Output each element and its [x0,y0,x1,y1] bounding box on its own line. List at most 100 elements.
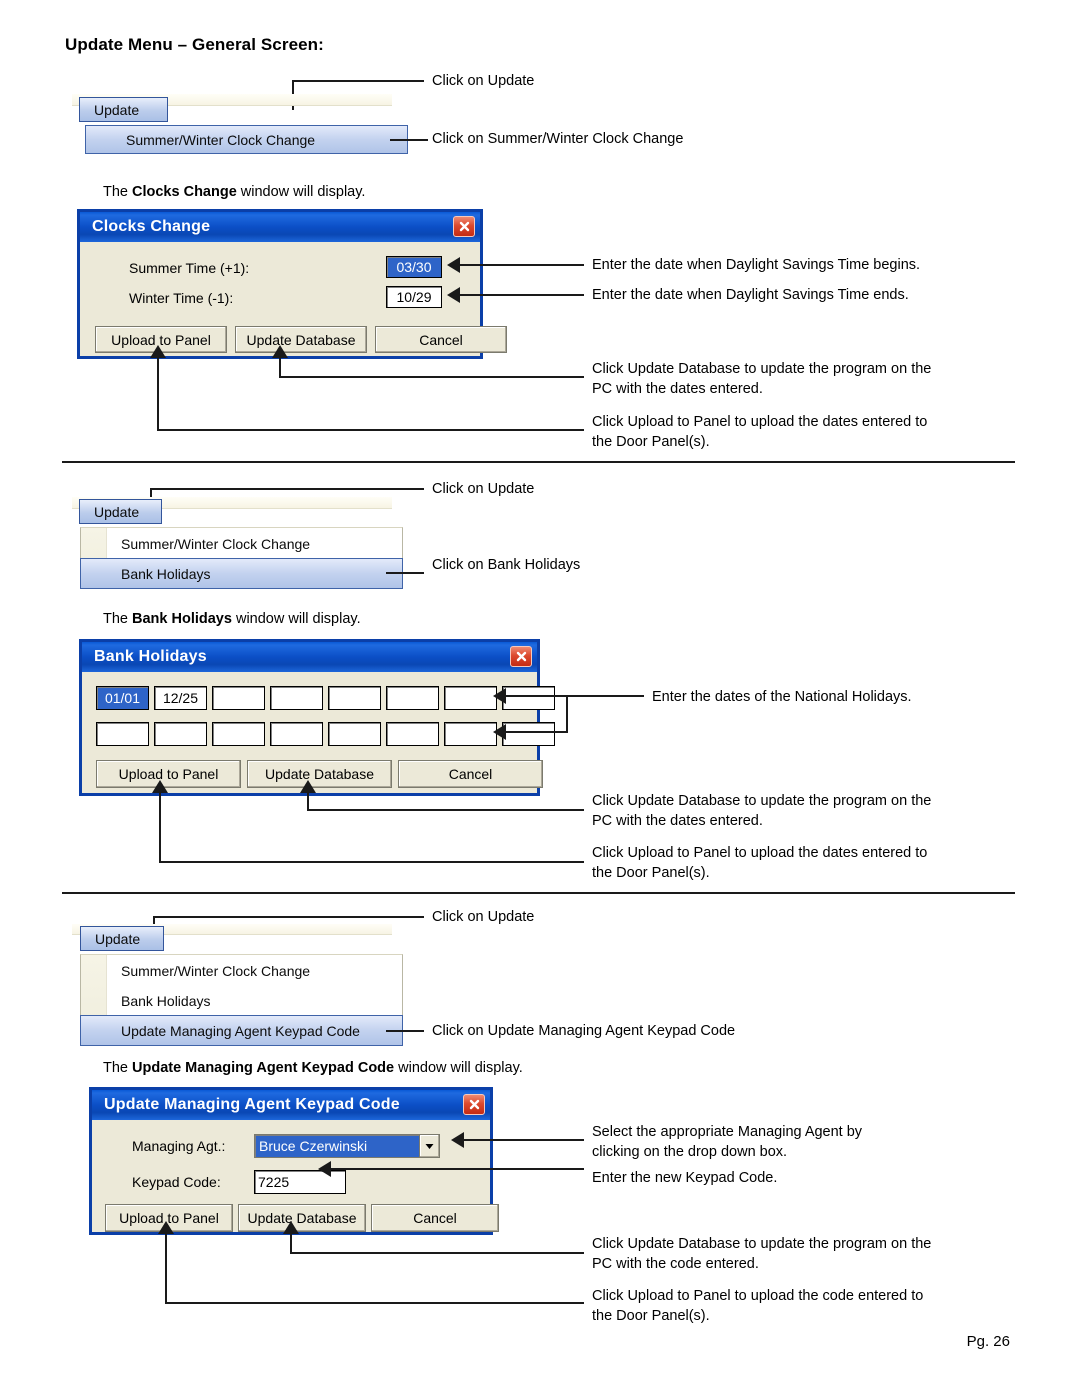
annotation-update-database-2: Click Update Database to update the prog… [592,791,931,831]
holiday-input-7[interactable] [444,686,497,710]
leader-line [157,356,159,431]
holiday-input-8[interactable] [502,686,555,710]
dialog-bank-holidays: Bank Holidays 01/01 12/25 Upload to Pane… [80,640,555,795]
menu-item-label: Summer/Winter Clock Change [126,131,316,148]
leader-line [165,1232,167,1304]
menu-update-label: Update [95,930,141,947]
close-icon[interactable] [463,1094,485,1115]
arrow-icon [493,688,506,704]
annotation-upload-panel-3: Click Upload to Panel to upload the code… [592,1286,923,1326]
update-database-button[interactable]: Update Database [235,326,367,353]
leader-line [159,861,584,863]
holiday-input-3[interactable] [212,686,265,710]
leader-line [150,488,424,490]
holiday-input-6[interactable] [386,686,439,710]
leader-line [390,139,428,141]
dialog-titlebar: Update Managing Agent Keypad Code [92,1090,490,1120]
label-winter-time: Winter Time (-1): [129,290,234,306]
menu-item-summer-winter-clock-change[interactable]: Summer/Winter Clock Change [81,528,402,559]
holiday-input-11[interactable] [212,722,265,746]
holiday-input-4[interactable] [270,686,323,710]
leader-line [165,1302,584,1304]
cancel-button[interactable]: Cancel [375,326,507,353]
leader-line [279,356,281,378]
annotation-line: the Door Panel(s). [592,1308,710,1324]
holiday-input-12[interactable] [270,722,323,746]
menu-item-bank-holidays[interactable]: Bank Holidays [81,985,402,1016]
leader-line [506,695,568,697]
cancel-button[interactable]: Cancel [371,1204,499,1232]
arrow-icon [318,1161,331,1177]
intro-suffix: window will display. [231,611,361,627]
section-divider [62,892,1015,894]
intro-suffix: window will display. [394,1060,523,1076]
holiday-input-14[interactable] [386,722,439,746]
holiday-input-5[interactable] [328,686,381,710]
dialog-title-text: Bank Holidays [94,648,207,665]
callout-click-update-1: Click on Update [432,73,535,89]
intro-suffix: window will display. [236,184,366,200]
menu-update-button-1[interactable]: Update [79,97,168,122]
leader-line [566,695,568,733]
callout-click-item-1: Click on Summer/Winter Clock Change [432,131,684,147]
page-number: Pg. 26 [966,1333,1010,1350]
leader-line [307,809,584,811]
annotation-line: Click Upload to Panel to upload the code… [592,1288,924,1304]
chevron-down-icon[interactable] [419,1135,439,1157]
leader-line [464,1139,584,1141]
menu-item-bank-holidays[interactable]: Bank Holidays [80,558,403,589]
annotation-line: Click Upload to Panel to upload the date… [592,414,928,430]
annotation-line: Click Update Database to update the prog… [592,793,932,809]
holiday-input-9[interactable] [96,722,149,746]
menu-update-label: Update [94,503,140,520]
intro-prefix: The [103,1060,133,1076]
annotation-line: PC with the dates entered. [592,813,763,829]
annotation-managing-agent: Select the appropriate Managing Agent by… [592,1122,862,1162]
leader-line [386,1030,424,1032]
label-managing-agent: Managing Agt.: [132,1138,226,1154]
holiday-input-16[interactable] [502,722,555,746]
keypad-code-input[interactable]: 7225 [254,1170,346,1194]
menu-update-label: Update [94,101,140,118]
dialog-title-text: Clocks Change [92,218,211,235]
holiday-input-10[interactable] [154,722,207,746]
annotation-upload-panel-1: Click Upload to Panel to upload the date… [592,412,927,452]
annotation-line: PC with the dates entered. [592,381,763,397]
annotation-line: Click Update Database to update the prog… [592,1236,932,1252]
dialog-title-text: Update Managing Agent Keypad Code [104,1096,400,1113]
summer-time-input[interactable]: 03/30 [386,256,442,278]
winter-time-input[interactable]: 10/29 [386,286,442,308]
close-icon[interactable] [510,646,532,667]
holiday-input-13[interactable] [328,722,381,746]
intro-text-3: The Update Managing Agent Keypad Code wi… [103,1059,523,1077]
leader-line [331,1168,584,1170]
leader-line [386,572,424,574]
menu-update-button-3[interactable]: Update [80,926,164,951]
callout-click-update-3: Click on Update [432,909,535,925]
dialog-clocks-change: Clocks Change Summer Time (+1): 03/30 Wi… [78,210,507,358]
section-divider [62,461,1015,463]
holiday-input-2[interactable]: 12/25 [154,686,207,710]
intro-prefix: The [103,611,133,627]
upload-to-panel-button[interactable]: Upload to Panel [96,760,241,788]
update-database-button[interactable]: Update Database [247,760,392,788]
intro-bold: Bank Holidays [132,611,232,627]
update-database-button[interactable]: Update Database [238,1204,366,1232]
holiday-input-1[interactable]: 01/01 [96,686,149,710]
menu-item-summer-winter-clock-change[interactable]: Summer/Winter Clock Change [85,125,408,154]
holiday-input-15[interactable] [444,722,497,746]
annotation-update-database-1: Click Update Database to update the prog… [592,359,931,399]
intro-text-2: The Bank Holidays window will display. [103,610,361,628]
cancel-button[interactable]: Cancel [398,760,543,788]
close-icon[interactable] [453,216,475,237]
managing-agent-dropdown[interactable]: Bruce Czerwinski [254,1134,440,1158]
menu-update-button-2[interactable]: Update [79,499,162,524]
dialog-body: Summer Time (+1): 03/30 Winter Time (-1)… [80,242,507,356]
menu-item-label: Update Managing Agent Keypad Code [121,1022,360,1039]
menu-item-update-managing-agent-keypad-code[interactable]: Update Managing Agent Keypad Code [80,1015,403,1046]
leader-line [159,791,161,863]
label-keypad-code: Keypad Code: [132,1174,221,1190]
annotation-line: the Door Panel(s). [592,865,710,881]
menu-item-summer-winter-clock-change[interactable]: Summer/Winter Clock Change [81,955,402,986]
intro-bold: Update Managing Agent Keypad Code [132,1060,395,1076]
